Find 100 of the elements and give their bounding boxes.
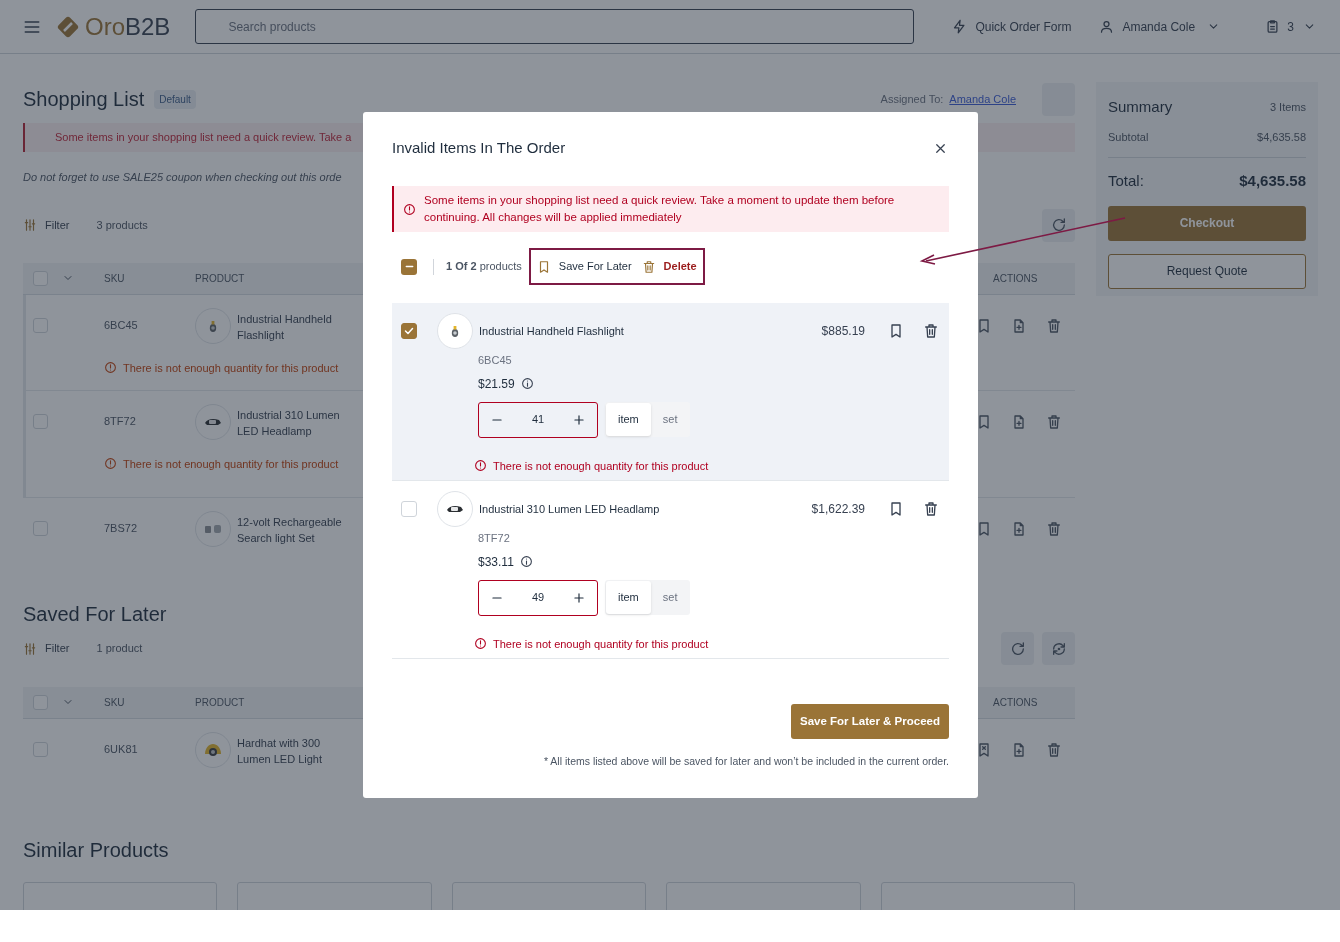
filter-icon	[23, 218, 37, 232]
save-and-proceed-button[interactable]: Save For Later & Proceed	[791, 704, 949, 739]
sync-button[interactable]	[1042, 632, 1075, 665]
assigned-label: Assigned To:	[880, 91, 944, 107]
product-photo	[195, 510, 231, 547]
file-plus-icon[interactable]	[1011, 317, 1027, 334]
checkout-button[interactable]: Checkout	[1108, 205, 1306, 241]
refresh-icon	[1009, 640, 1026, 657]
sync-icon	[1050, 640, 1067, 657]
quantity-value[interactable]: 41	[531, 411, 545, 428]
item-count: 3 Items	[1269, 100, 1306, 115]
info-icon[interactable]	[519, 555, 533, 568]
column-header: SKU	[104, 695, 126, 710]
filter-icon	[23, 641, 37, 656]
product-name[interactable]: Industrial 310 Lumen LED Headlamp	[479, 500, 660, 518]
bookmark-icon[interactable]	[888, 501, 904, 517]
summary-title: Summary	[1108, 97, 1173, 117]
refresh-button[interactable]	[1042, 208, 1075, 242]
column-header: ACTIONS	[993, 695, 1039, 710]
warning-text: There is not enough quantity for this product	[123, 360, 339, 376]
check-icon	[403, 325, 415, 337]
alert-icon	[474, 637, 487, 651]
sku-cell-text: 6BC45	[104, 318, 138, 334]
warning-text: There is not enough quantity for this product	[493, 636, 709, 652]
sku-cell-text: 6UK81	[104, 742, 138, 758]
refresh-button[interactable]	[1001, 632, 1034, 665]
delete-button[interactable]: Delete	[641, 258, 697, 275]
plus-icon[interactable]	[572, 412, 586, 427]
file-plus-icon[interactable]	[1011, 520, 1027, 537]
quantity-stepper[interactable]: 49	[478, 579, 598, 616]
total-value: $4,635.58	[1239, 171, 1306, 191]
delete-icon	[641, 259, 656, 274]
subtotal-value: $4,635.58	[1257, 129, 1306, 145]
filter-button[interactable]: Filter	[23, 216, 70, 234]
file-plus-icon[interactable]	[1011, 741, 1027, 758]
subtotal-label: Subtotal	[1108, 129, 1149, 145]
column-header: PRODUCT	[195, 271, 246, 286]
unit-option[interactable]: item	[606, 403, 651, 436]
product-name[interactable]: Industrial Handheld Flashlight	[237, 307, 355, 343]
info-icon[interactable]	[520, 377, 534, 390]
column-header: ACTIONS	[993, 271, 1039, 286]
user-icon	[1099, 19, 1115, 34]
column-header: PRODUCT	[195, 695, 246, 710]
user-menu[interactable]: Amanda Cole	[1099, 17, 1221, 36]
section-title: Saved For Later	[23, 601, 168, 627]
line-total: $1,622.39	[811, 501, 865, 518]
unit-price: $21.59	[478, 375, 515, 393]
plus-icon[interactable]	[572, 590, 586, 605]
alert-icon	[104, 361, 117, 375]
product-name[interactable]: Hardhat with 300 Lumen LED Light	[237, 731, 355, 767]
unit-option[interactable]: set	[650, 403, 690, 436]
product-photo	[437, 491, 473, 527]
quantity-stepper[interactable]: 41	[478, 401, 598, 438]
alert-message: Some items in your shopping list need a quick review. Take a moment to update them before continuing. All changes will be applied immediately	[424, 193, 896, 225]
unit-option[interactable]: item	[606, 581, 651, 614]
save-for-later-button[interactable]: Save For Later	[536, 258, 632, 275]
assigned-user-link[interactable]: Amanda Cole	[949, 90, 1016, 108]
select-all-checkbox[interactable]	[401, 258, 417, 275]
product-count: 1 product	[96, 641, 143, 657]
quick-order-link[interactable]: Quick Order Form	[952, 17, 1072, 36]
bookmark-icon[interactable]	[976, 413, 992, 430]
cart-button[interactable]: 3	[1265, 17, 1316, 36]
product-photo	[195, 731, 231, 768]
line-total: $885.19	[821, 323, 865, 340]
warning-text: There is not enough quantity for this product	[493, 458, 709, 474]
product-photo	[195, 307, 231, 344]
page-title: Shopping List	[23, 87, 145, 112]
unit-price: $33.11	[478, 553, 514, 571]
product-photo	[437, 313, 473, 349]
bookmark-icon[interactable]	[888, 323, 904, 339]
checkbox[interactable]	[401, 323, 417, 339]
filter-button[interactable]: Filter	[23, 640, 70, 657]
product-name[interactable]: Industrial 310 Lumen LED Headlamp	[237, 403, 355, 439]
total-label: Total:	[1108, 171, 1144, 191]
bookmark-remove-icon[interactable]	[976, 741, 992, 758]
logo-text[interactable]: OroB2B	[85, 14, 171, 39]
warning-text: There is not enough quantity for this product	[123, 456, 339, 472]
alert-icon	[104, 457, 117, 471]
refresh-icon	[1050, 217, 1067, 233]
sku-text: 6BC45	[478, 353, 513, 368]
bookmark-icon[interactable]	[976, 317, 992, 334]
alert-icon	[474, 459, 487, 473]
clipboard-icon	[1265, 19, 1281, 34]
file-plus-icon[interactable]	[1011, 413, 1027, 430]
section-title: Similar Products	[23, 837, 170, 863]
request-quote-button[interactable]: Request Quote	[1108, 253, 1306, 289]
search-field[interactable]: Search products	[195, 9, 915, 44]
product-name[interactable]: 12-volt Rechargeable Search light Set	[237, 510, 355, 546]
bookmark-icon[interactable]	[976, 520, 992, 537]
alert-icon	[403, 202, 416, 216]
sku-text: 8TF72	[478, 531, 511, 546]
unit-option[interactable]: set	[650, 581, 690, 614]
footnote: * All items listed above will be saved for later and won’t be included in the current order.	[543, 754, 949, 769]
delete-icon[interactable]	[923, 501, 939, 517]
selection-count: 1 Of 2 products	[446, 259, 522, 275]
quantity-value[interactable]: 49	[531, 589, 545, 606]
product-name[interactable]: Industrial Handheld Flashlight	[479, 322, 624, 340]
delete-icon[interactable]	[923, 323, 939, 339]
column-header: SKU	[104, 271, 126, 286]
sku-cell-text: 7BS72	[104, 521, 138, 537]
